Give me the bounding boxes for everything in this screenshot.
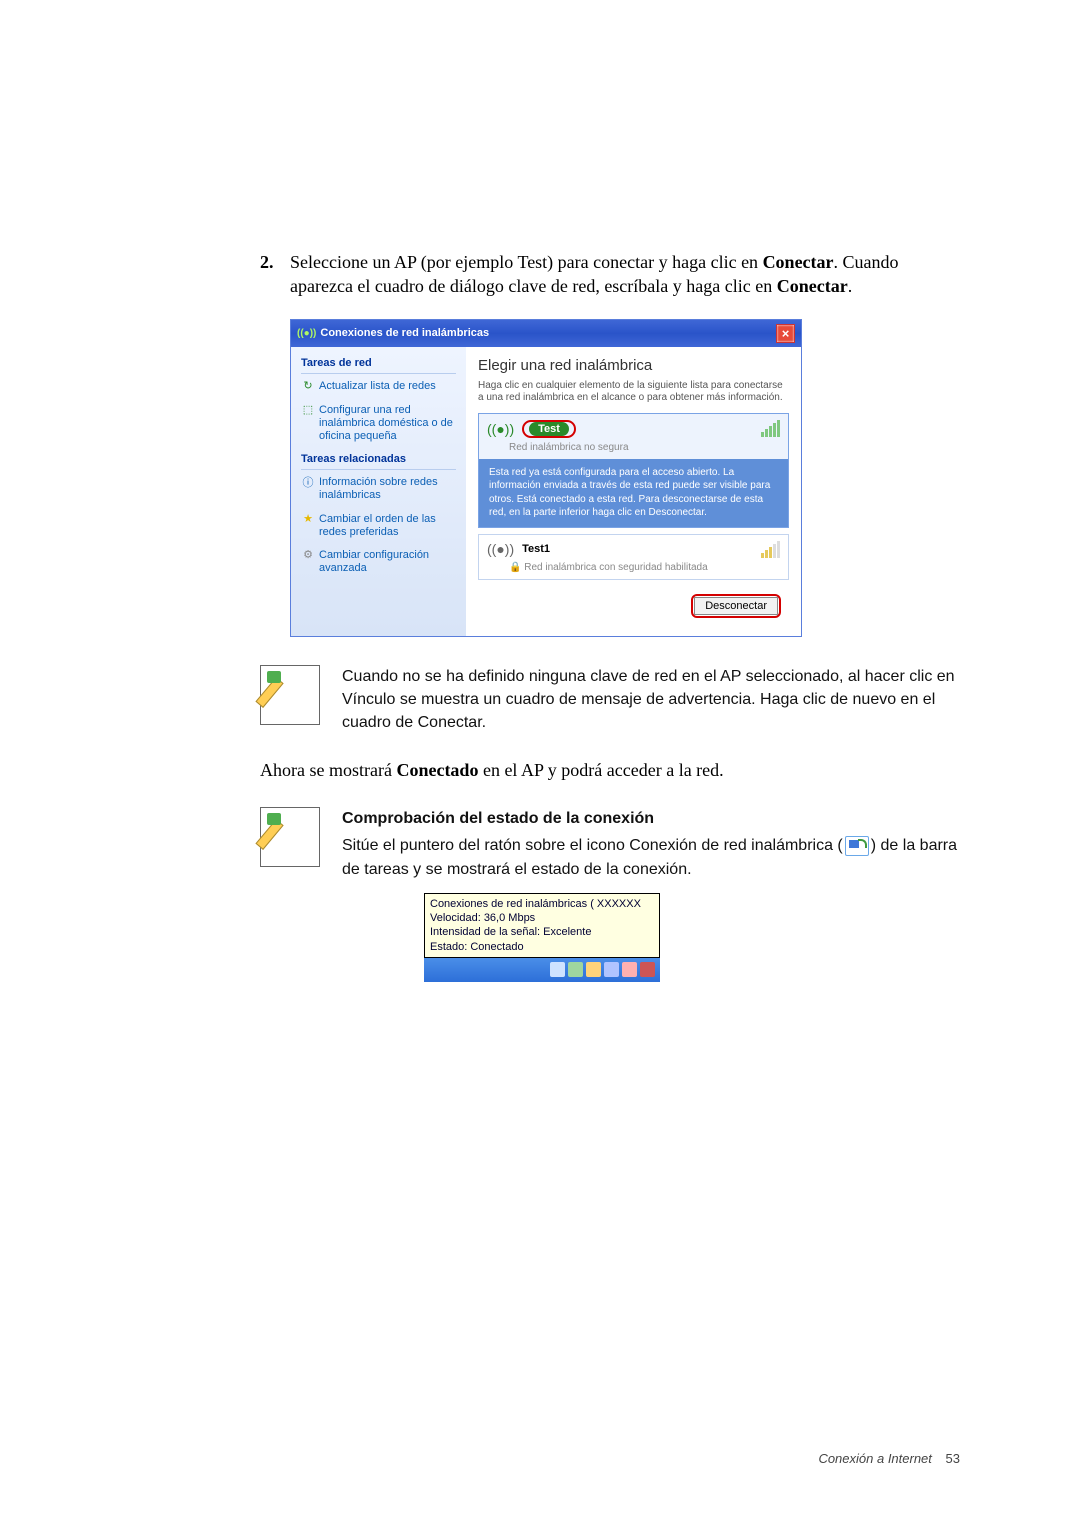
antenna-icon: ((●)) [487,541,514,557]
link-label: Cambiar configuración avanzada [319,549,456,575]
tray-icon[interactable] [622,962,637,977]
network-info: Esta red ya está configurada para el acc… [479,459,788,527]
note-text-a: Sitúe el puntero del ratón sobre el icon… [342,837,843,854]
link-label: Configurar una red inalámbrica doméstica… [319,404,456,444]
note-block-2: Comprobación del estado de la conexión S… [260,807,960,982]
body-text-b: en el AP y podrá acceder a la red. [478,760,723,780]
taskbar-tray [424,958,660,982]
antenna-icon: ((●)) [297,328,316,339]
disconnect-button[interactable]: Desconectar [694,597,778,615]
network-name-badge: Test [529,422,569,436]
network-subtext: 🔒 Red inalámbrica con seguridad habilita… [501,562,788,579]
tray-icon[interactable] [568,962,583,977]
tooltip-screenshot: Conexiones de red inalámbricas ( XXXXXX … [424,893,660,982]
link-label: Actualizar lista de redes [319,380,436,393]
tooltip-line: Intensidad de la señal: Excelente [430,925,654,939]
star-icon: ★ [301,513,315,527]
step-number: 2. [260,250,290,299]
dialog-title: ((●)) Conexiones de red inalámbricas [297,327,489,339]
signal-icon [761,420,780,437]
sidebar-header-2: Tareas relacionadas [301,453,456,470]
tray-connection-icon [845,836,869,856]
advanced-link[interactable]: ⚙ Cambiar configuración avanzada [301,549,456,575]
note-body: Sitúe el puntero del ratón sobre el icon… [342,834,960,880]
step-text-a: Seleccione un AP (por ejemplo Test) para… [290,252,763,272]
step-text-c: . [848,276,853,296]
tooltip-line: Conexiones de red inalámbricas ( XXXXXX [430,897,654,911]
dialog-sidebar: Tareas de red ↻ Actualizar lista de rede… [291,347,466,636]
close-button[interactable]: × [776,324,795,343]
note-text: Comprobación del estado de la conexión S… [342,807,960,982]
tooltip-line: Velocidad: 36,0 Mbps [430,911,654,925]
network-sub-label: Red inalámbrica con seguridad habilitada [524,562,707,573]
body-text-a: Ahora se mostrará [260,760,396,780]
dialog-main: Elegir una red inalámbrica Haga clic en … [466,347,801,636]
gear-icon: ⚙ [301,549,315,563]
lock-icon: 🔒 [509,562,521,573]
signal-icon [761,541,780,558]
link-label: Información sobre redes inalámbricas [319,476,456,502]
learn-link[interactable]: ⓘ Información sobre redes inalámbricas [301,476,456,502]
network-subtext: Red inalámbrica no segura [501,442,788,459]
step-bold-a: Conectar [763,252,834,272]
body-line: Ahora se mostrará Conectado en el AP y p… [260,760,960,781]
note-icon [260,807,320,867]
refresh-icon: ↻ [301,380,315,394]
tooltip-line: Estado: Conectado [430,940,654,954]
dialog-title-text: Conexiones de red inalámbricas [320,327,489,339]
highlight-oval: Desconectar [691,594,781,618]
network-name: Test [522,420,753,438]
network-item-test1[interactable]: ((●)) Test1 🔒 Red inalámbrica con seguri… [478,534,789,580]
tray-icon[interactable] [640,962,655,977]
step-bold-b: Conectar [777,276,848,296]
reorder-link[interactable]: ★ Cambiar el orden de las redes preferid… [301,513,456,539]
sidebar-header-1: Tareas de red [301,357,456,374]
note-text: Cuando no se ha definido ninguna clave d… [342,665,960,735]
wireless-dialog: ((●)) Conexiones de red inalámbricas × Ta… [290,319,802,637]
setup-network-link[interactable]: ⬚ Configurar una red inalámbrica domésti… [301,404,456,444]
network-item-test[interactable]: ((●)) Test Red inalámbrica no segura Est… [478,413,789,528]
note-icon [260,665,320,725]
tray-icon[interactable] [604,962,619,977]
instruction-step: 2. Seleccione un AP (por ejemplo Test) p… [260,250,960,299]
body-text-bold: Conectado [396,760,478,780]
note-block-1: Cuando no se ha definido ninguna clave d… [260,665,960,735]
antenna-icon: ((●)) [487,421,514,437]
network-name: Test1 [522,543,753,555]
dialog-button-row: Desconectar [478,586,789,626]
page-footer: Conexión a Internet 53 [818,1451,960,1466]
tray-icon[interactable] [550,962,565,977]
setup-icon: ⬚ [301,404,315,418]
highlight-oval: Test [522,420,576,438]
choose-network-desc: Haga clic en cualquier elemento de la si… [478,380,789,405]
note-heading: Comprobación del estado de la conexión [342,807,960,830]
dialog-titlebar: ((●)) Conexiones de red inalámbricas × [291,320,801,347]
footer-page: 53 [946,1451,960,1466]
choose-network-title: Elegir una red inalámbrica [478,357,789,374]
step-text: Seleccione un AP (por ejemplo Test) para… [290,250,960,299]
footer-text: Conexión a Internet [818,1451,931,1466]
tray-icon[interactable] [586,962,601,977]
link-label: Cambiar el orden de las redes preferidas [319,513,456,539]
refresh-networks-link[interactable]: ↻ Actualizar lista de redes [301,380,456,394]
tooltip-box: Conexiones de red inalámbricas ( XXXXXX … [424,893,660,958]
info-icon: ⓘ [301,476,315,490]
